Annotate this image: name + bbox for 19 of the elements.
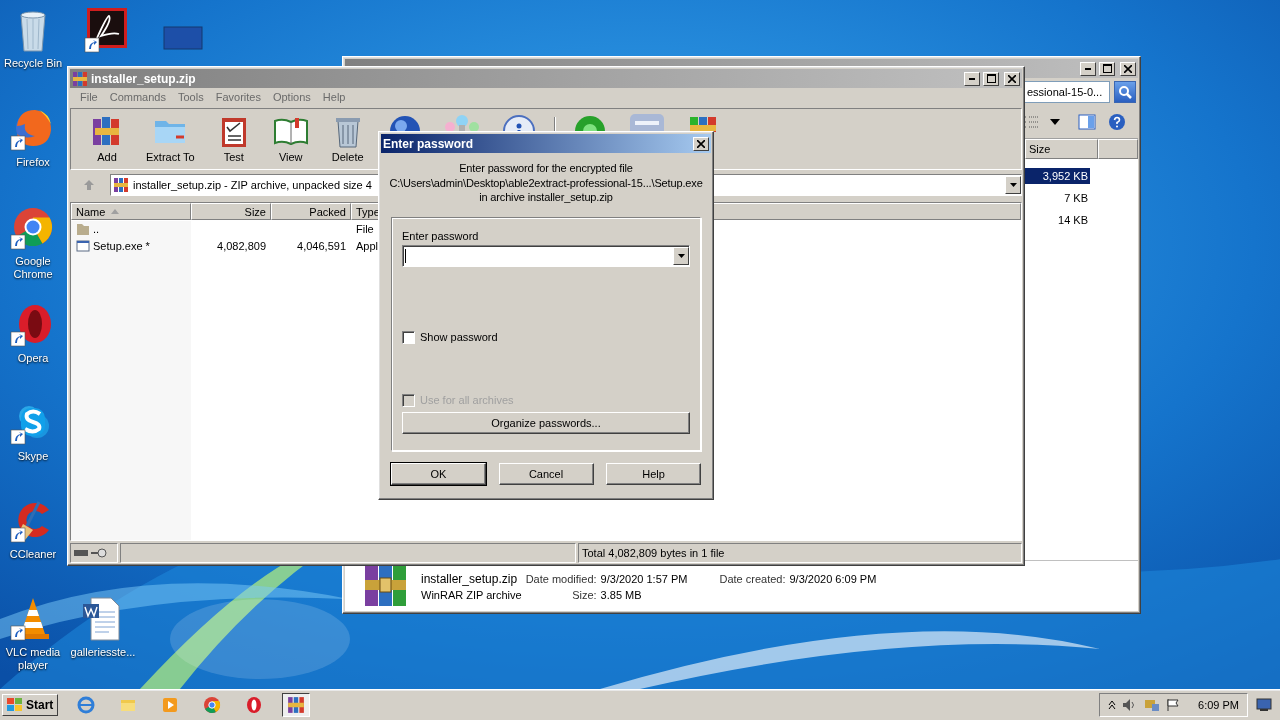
message-text: in archive installer_setup.zip bbox=[478, 190, 614, 205]
packed-size: 4,046,591 bbox=[296, 239, 347, 252]
detail-label: Size: bbox=[571, 588, 597, 601]
file-type: Appl bbox=[355, 239, 380, 252]
file-type: WinRAR ZIP archive bbox=[421, 588, 522, 601]
detail-value: 9/3/2020 1:57 PM bbox=[600, 572, 688, 585]
detail-label: Date created: bbox=[719, 572, 786, 585]
detail-value: 3.85 MB bbox=[600, 588, 643, 601]
file-name: installer_setup.zip bbox=[421, 571, 519, 586]
message-text: C:\Users\admin\Desktop\able2extract-professional-15...\Setup.exe bbox=[388, 175, 704, 190]
file-size: 4,082,809 bbox=[216, 239, 267, 252]
detail-value: 9/3/2020 6:09 PM bbox=[789, 572, 877, 585]
file-type: File bbox=[355, 222, 375, 235]
status-text: Total 4,082,809 bytes in 1 file bbox=[578, 543, 1022, 563]
window-title: installer_setup.zip bbox=[91, 71, 197, 86]
field-label: Enter password bbox=[402, 229, 480, 242]
detail-label: Date modified: bbox=[525, 572, 597, 585]
message-text: Enter password for the encrypted file bbox=[458, 161, 634, 176]
dialog-title: Enter password bbox=[383, 136, 475, 151]
